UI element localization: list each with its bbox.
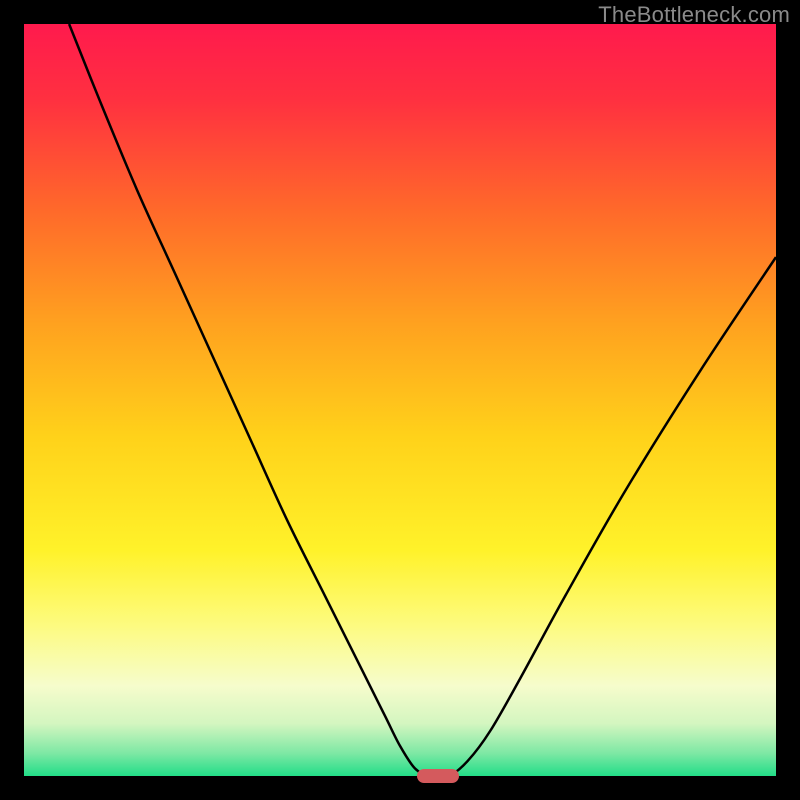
bottleneck-curve (24, 24, 776, 776)
curve-path (69, 24, 776, 776)
watermark-text: TheBottleneck.com (598, 2, 790, 28)
minimum-marker (417, 769, 459, 783)
plot-area (24, 24, 776, 776)
chart-frame: TheBottleneck.com (0, 0, 800, 800)
